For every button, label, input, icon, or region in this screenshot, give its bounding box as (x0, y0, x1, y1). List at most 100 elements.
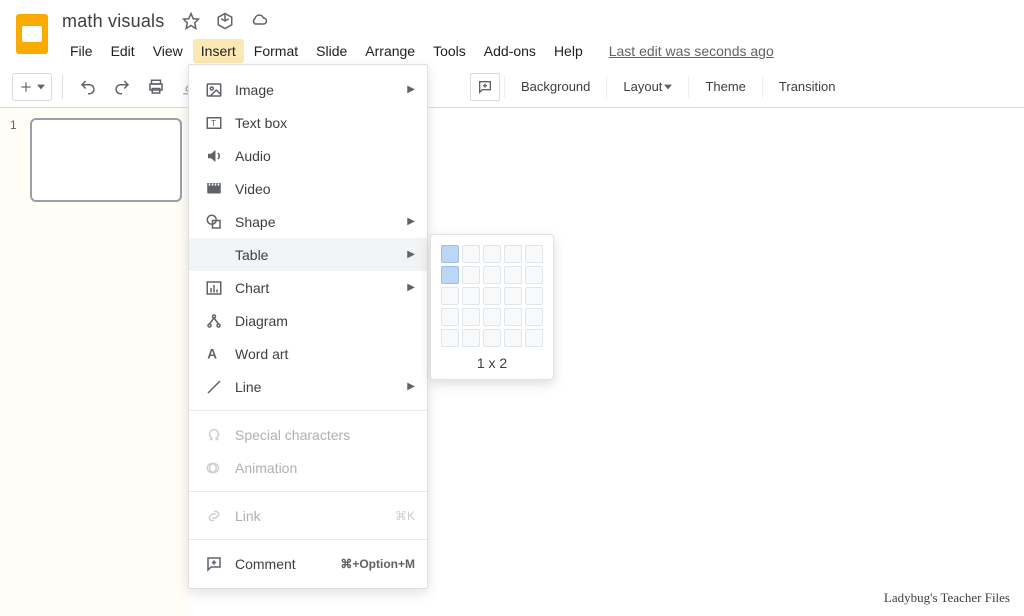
transition-button[interactable]: Transition (767, 73, 848, 101)
insert-diagram[interactable]: Diagram (189, 304, 427, 337)
table-picker-cell[interactable] (483, 287, 501, 305)
separator (762, 76, 763, 98)
insert-table[interactable]: Table ▶ (189, 238, 427, 271)
menu-label: Text box (235, 115, 287, 131)
menu-label: Image (235, 82, 274, 98)
cloud-icon[interactable] (250, 12, 268, 30)
comment-button[interactable] (470, 73, 500, 101)
table-picker-cell[interactable] (504, 329, 522, 347)
insert-link: Link ⌘K (189, 499, 427, 532)
insert-textbox[interactable]: T Text box (189, 106, 427, 139)
insert-wordart[interactable]: A Word art (189, 337, 427, 370)
chevron-right-icon: ▶ (407, 84, 415, 95)
table-picker-cell[interactable] (504, 266, 522, 284)
table-picker-cell[interactable] (525, 266, 543, 284)
video-icon (203, 180, 225, 198)
insert-video[interactable]: Video (189, 172, 427, 205)
menu-view[interactable]: View (145, 39, 191, 63)
table-picker-cell[interactable] (462, 308, 480, 326)
app-logo[interactable] (12, 14, 52, 54)
omega-icon (203, 426, 225, 444)
table-picker-cell[interactable] (483, 329, 501, 347)
table-size-picker[interactable]: 1 x 2 (430, 234, 554, 380)
table-picker-cell[interactable] (441, 329, 459, 347)
separator (688, 76, 689, 98)
header: math visuals File Edit View Insert Forma… (0, 0, 1024, 66)
separator (189, 491, 427, 492)
theme-button[interactable]: Theme (693, 73, 757, 101)
menu-format[interactable]: Format (246, 39, 306, 63)
slide-thumbnail[interactable] (30, 118, 182, 202)
animation-icon (203, 459, 225, 477)
menu-label: Chart (235, 280, 269, 296)
insert-chart[interactable]: Chart ▶ (189, 271, 427, 304)
insert-comment[interactable]: Comment ⌘+Option+M (189, 547, 427, 580)
background-button[interactable]: Background (509, 73, 602, 101)
doc-title[interactable]: math visuals (62, 11, 164, 32)
move-icon[interactable] (216, 12, 234, 30)
table-picker-cell[interactable] (462, 266, 480, 284)
table-picker-cell[interactable] (525, 287, 543, 305)
line-icon (203, 378, 225, 396)
table-picker-cell[interactable] (441, 266, 459, 284)
menu-slide[interactable]: Slide (308, 39, 355, 63)
star-icon[interactable] (182, 12, 200, 30)
menu-label: Special characters (235, 427, 350, 443)
menu-label: Word art (235, 346, 288, 362)
layout-button[interactable]: Layout (611, 73, 684, 101)
menu-label: Table (235, 247, 268, 263)
insert-shape[interactable]: Shape ▶ (189, 205, 427, 238)
insert-special-characters: Special characters (189, 418, 427, 451)
menu-tools[interactable]: Tools (425, 39, 474, 63)
menu-addons[interactable]: Add-ons (476, 39, 544, 63)
last-edit-link[interactable]: Last edit was seconds ago (609, 43, 774, 59)
menu-edit[interactable]: Edit (103, 39, 143, 63)
chevron-right-icon: ▶ (407, 216, 415, 227)
table-picker-cell[interactable] (462, 287, 480, 305)
print-button[interactable] (141, 73, 171, 101)
slide-panel: 1 (0, 108, 188, 616)
separator (189, 410, 427, 411)
table-size-label: 1 x 2 (441, 355, 543, 371)
table-picker-cell[interactable] (504, 245, 522, 263)
shortcut-label: ⌘+Option+M (340, 557, 415, 571)
table-picker-cell[interactable] (483, 245, 501, 263)
insert-image[interactable]: Image ▶ (189, 73, 427, 106)
table-picker-cell[interactable] (525, 329, 543, 347)
table-picker-cell[interactable] (504, 308, 522, 326)
table-picker-cell[interactable] (462, 329, 480, 347)
menu-label: Animation (235, 460, 297, 476)
menu-help[interactable]: Help (546, 39, 591, 63)
separator (606, 76, 607, 98)
menu-insert[interactable]: Insert (193, 39, 244, 63)
table-picker-cell[interactable] (441, 308, 459, 326)
menu-label: Line (235, 379, 261, 395)
menu-label: Video (235, 181, 271, 197)
table-picker-cell[interactable] (462, 245, 480, 263)
table-picker-cell[interactable] (525, 245, 543, 263)
separator (62, 75, 63, 99)
link-icon (203, 507, 225, 525)
table-picker-cell[interactable] (441, 287, 459, 305)
table-picker-cell[interactable] (483, 266, 501, 284)
menu-file[interactable]: File (62, 39, 101, 63)
shortcut-label: ⌘K (395, 509, 415, 523)
menu-bar: File Edit View Insert Format Slide Arran… (62, 36, 774, 66)
watermark: Ladybug's Teacher Files (884, 590, 1010, 606)
slide-number: 1 (10, 118, 17, 132)
image-icon (203, 81, 225, 99)
insert-dropdown: Image ▶ T Text box Audio Video Shape ▶ T… (188, 64, 428, 589)
table-picker-cell[interactable] (483, 308, 501, 326)
redo-button[interactable] (107, 73, 137, 101)
insert-audio[interactable]: Audio (189, 139, 427, 172)
undo-button[interactable] (73, 73, 103, 101)
new-slide-button[interactable] (12, 73, 52, 101)
insert-line[interactable]: Line ▶ (189, 370, 427, 403)
menu-label: Audio (235, 148, 271, 164)
menu-arrange[interactable]: Arrange (357, 39, 423, 63)
table-picker-cell[interactable] (525, 308, 543, 326)
chevron-right-icon: ▶ (407, 381, 415, 392)
table-picker-cell[interactable] (441, 245, 459, 263)
chevron-right-icon: ▶ (407, 249, 415, 260)
table-picker-cell[interactable] (504, 287, 522, 305)
